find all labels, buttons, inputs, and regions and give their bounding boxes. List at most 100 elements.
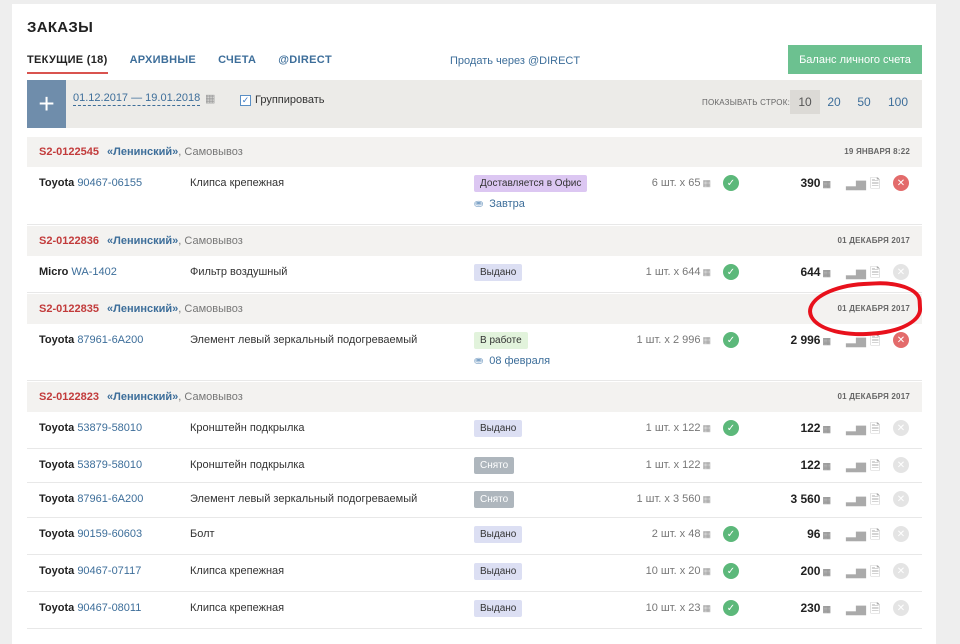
quantity-price: 6 шт. x 65 ▦	[651, 177, 711, 189]
bar-chart-icon[interactable]: ▂▅	[846, 175, 866, 191]
table-row: Toyota 90159-60603 Болт Выдано 2 шт. x 4…	[27, 518, 922, 555]
rows-option-50[interactable]: 50	[851, 90, 877, 114]
check-icon: ✓	[723, 175, 739, 191]
order-id[interactable]: S2-0122823	[39, 391, 99, 403]
document-add-icon[interactable]: 🗎	[870, 420, 880, 442]
order-warehouse: «Ленинский», Самовывоз	[107, 235, 243, 247]
document-add-icon[interactable]: 🗎	[870, 491, 880, 513]
order-id[interactable]: S2-0122836	[39, 235, 99, 247]
bar-chart-icon[interactable]: ▂▅	[846, 420, 866, 436]
quantity-price: 1 шт. x 2 996 ▦	[636, 334, 711, 346]
check-icon: ✓	[723, 264, 739, 280]
cancel-icon[interactable]: ✕	[893, 563, 909, 579]
table-row: Micro WA-1402 Фильтр воздушный Выдано 1 …	[27, 256, 922, 293]
tab-current[interactable]: ТЕКУЩИЕ (18)	[27, 54, 108, 74]
bar-chart-icon[interactable]: ▂▅	[846, 563, 866, 579]
part-code[interactable]: 53879-58010	[77, 422, 142, 434]
status-badge: Снято	[474, 491, 515, 508]
status-badge: Доставляется в Офис	[474, 175, 588, 192]
rows-option-10[interactable]: 10	[790, 90, 820, 114]
tab-archive[interactable]: АРХИВНЫЕ	[130, 54, 197, 74]
part-code[interactable]: 90467-06155	[77, 177, 142, 189]
check-icon: ✓	[723, 600, 739, 616]
part-brand: Toyota 90467-08011	[39, 602, 142, 614]
group-toggle[interactable]: ✓ Группировать	[240, 94, 325, 106]
check-icon: ✓	[723, 332, 739, 348]
bar-chart-icon[interactable]: ▂▅	[846, 600, 866, 616]
cancel-icon[interactable]: ✕	[893, 600, 909, 616]
tabs: ТЕКУЩИЕ (18) АРХИВНЫЕ СЧЕТА @DIRECT	[27, 54, 354, 74]
part-code[interactable]: WA-1402	[71, 266, 116, 278]
part-brand: Toyota 53879-58010	[39, 422, 143, 434]
bar-chart-icon[interactable]: ▂▅	[846, 457, 866, 473]
balance-button[interactable]: Баланс личного счета	[788, 45, 922, 74]
order-group-header: S2-0122823 «Ленинский», Самовывоз 01 ДЕК…	[27, 382, 922, 412]
delivery-date: ⛂ 08 февраля	[474, 354, 551, 368]
cancel-icon[interactable]: ✕	[893, 457, 909, 473]
add-order-button[interactable]: +	[27, 80, 66, 128]
status-badge: Выдано	[474, 420, 523, 437]
part-name: Элемент левый зеркальный подогреваемый	[190, 493, 418, 505]
part-name: Клипса крепежная	[190, 565, 285, 577]
table-row: Toyota 53879-58010 Кронштейн подкрылка В…	[27, 412, 922, 449]
calendar-icon[interactable]: ▦	[205, 92, 215, 105]
orders-toolbar: + 01.12.2017 — 19.01.2018 ▦ ✓ Группирова…	[27, 80, 922, 128]
document-add-icon[interactable]: 🗎	[870, 563, 880, 585]
order-id[interactable]: S2-0122545	[39, 146, 99, 158]
line-total: 96 ▦	[807, 527, 831, 541]
document-add-icon[interactable]: 🗎	[870, 600, 880, 622]
truck-icon: ⛂	[474, 198, 484, 210]
quantity-price: 2 шт. x 48 ▦	[651, 528, 711, 540]
part-name: Клипса крепежная	[190, 177, 285, 189]
sell-via-direct-link[interactable]: Продать через @DIRECT	[450, 55, 580, 67]
cancel-icon[interactable]: ✕	[893, 491, 909, 507]
part-brand: Micro WA-1402	[39, 266, 117, 278]
rows-option-20[interactable]: 20	[822, 90, 846, 114]
status-badge: Снято	[474, 457, 515, 474]
status-badge: Выдано	[474, 600, 523, 617]
rows-option-100[interactable]: 100	[882, 90, 914, 114]
order-id[interactable]: S2-0122835	[39, 303, 99, 315]
group-checkbox[interactable]: ✓	[240, 94, 251, 106]
cancel-icon[interactable]: ✕	[893, 175, 909, 191]
bar-chart-icon[interactable]: ▂▅	[846, 491, 866, 507]
document-add-icon[interactable]: 🗎	[870, 526, 880, 548]
part-name: Клипса крепежная	[190, 602, 285, 614]
document-add-icon[interactable]: 🗎	[870, 175, 880, 197]
part-code[interactable]: 90159-60603	[77, 528, 142, 540]
part-code[interactable]: 87961-6A200	[77, 334, 143, 346]
part-name: Кронштейн подкрылка	[190, 459, 305, 471]
order-warehouse: «Ленинский», Самовывоз	[107, 146, 243, 158]
truck-icon: ⛂	[474, 355, 484, 367]
check-icon: ✓	[723, 420, 739, 436]
part-brand: Toyota 90467-07117	[39, 565, 142, 577]
part-brand: Toyota 90159-60603	[39, 528, 143, 540]
bar-chart-icon[interactable]: ▂▅	[846, 264, 866, 280]
table-row: Toyota 87961-6A200 Элемент левый зеркаль…	[27, 483, 922, 518]
cancel-icon[interactable]: ✕	[893, 264, 909, 280]
cancel-icon[interactable]: ✕	[893, 526, 909, 542]
tab-direct[interactable]: @DIRECT	[278, 54, 332, 74]
tab-invoices[interactable]: СЧЕТА	[218, 54, 256, 74]
document-add-icon[interactable]: 🗎	[870, 457, 880, 479]
part-code[interactable]: 53879-58010	[77, 459, 142, 471]
line-total: 2 996 ▦	[790, 333, 831, 347]
line-total: 644 ▦	[800, 265, 831, 279]
part-code[interactable]: 90467-07117	[77, 565, 141, 577]
part-code[interactable]: 87961-6A200	[77, 493, 143, 505]
date-range-picker[interactable]: 01.12.2017 — 19.01.2018	[73, 92, 201, 106]
cancel-icon[interactable]: ✕	[893, 420, 909, 436]
cancel-icon[interactable]: ✕	[893, 332, 909, 348]
quantity-price: 1 шт. x 122 ▦	[645, 422, 711, 434]
quantity-price: 1 шт. x 3 560 ▦	[636, 493, 711, 505]
status-badge: В работе	[474, 332, 528, 349]
delivery-date: ⛂ Завтра	[474, 197, 525, 211]
part-brand: Toyota 90467-06155	[39, 177, 143, 189]
order-warehouse: «Ленинский», Самовывоз	[107, 391, 243, 403]
quantity-price: 10 шт. x 23 ▦	[645, 602, 711, 614]
quantity-price: 1 шт. x 122 ▦	[645, 459, 711, 471]
group-label: Группировать	[255, 94, 325, 106]
part-code[interactable]: 90467-08011	[77, 602, 141, 614]
bar-chart-icon[interactable]: ▂▅	[846, 526, 866, 542]
rows-per-page-label: ПОКАЗЫВАТЬ СТРОК:	[702, 98, 790, 107]
